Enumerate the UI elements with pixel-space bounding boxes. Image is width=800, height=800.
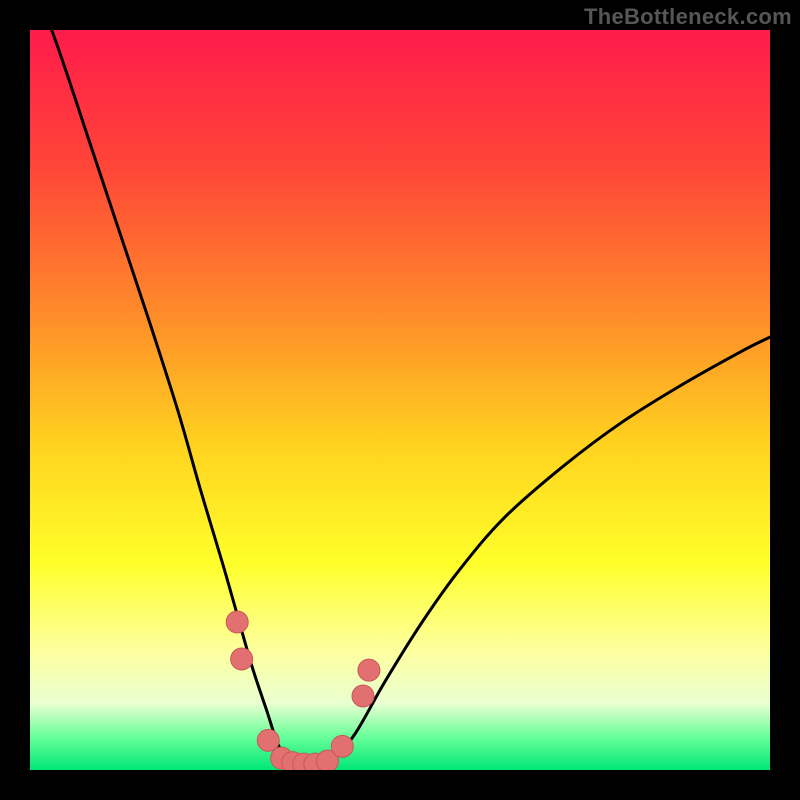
watermark-text: TheBottleneck.com (584, 4, 792, 30)
data-point-p11 (358, 659, 380, 681)
data-points (226, 611, 380, 770)
data-point-p10 (352, 685, 374, 707)
data-point-p9 (331, 735, 353, 757)
chart-frame: TheBottleneck.com (0, 0, 800, 800)
chart-svg (30, 30, 770, 770)
bottleneck-curve (30, 30, 770, 766)
plot-area (30, 30, 770, 770)
data-point-p2 (231, 648, 253, 670)
data-point-p3 (257, 729, 279, 751)
data-point-p1 (226, 611, 248, 633)
